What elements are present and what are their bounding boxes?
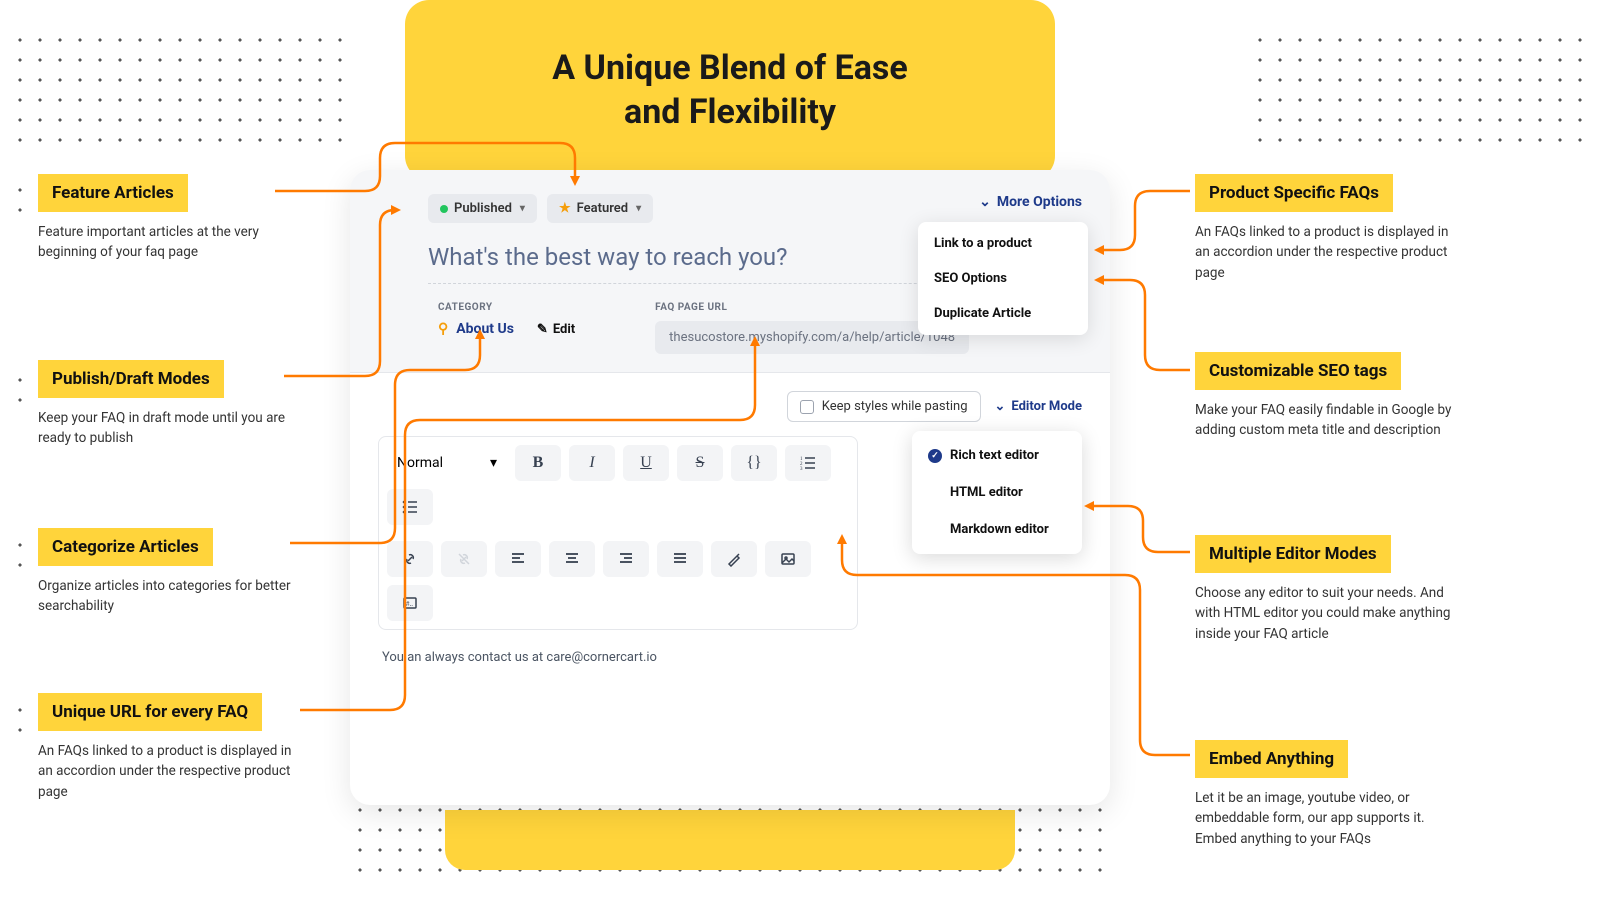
italic-button[interactable]: I: [569, 445, 615, 481]
chevron-down-icon: ⌄: [979, 194, 991, 210]
chevron-down-icon: ▾: [636, 203, 641, 214]
align-center-button[interactable]: [549, 541, 595, 577]
published-label: Published: [454, 201, 512, 216]
pencil-icon: ✎: [537, 322, 548, 337]
more-options-button[interactable]: ⌄ More Options: [979, 194, 1082, 210]
editor-mode-html[interactable]: HTML editor: [912, 474, 1082, 511]
callout-categorize: Categorize Articles Organize articles in…: [38, 528, 308, 617]
color-button[interactable]: [711, 541, 757, 577]
strike-button[interactable]: S: [677, 445, 723, 481]
published-badge[interactable]: Published ▾: [428, 194, 537, 223]
status-dot-icon: [440, 205, 448, 213]
keep-styles-checkbox[interactable]: Keep styles while pasting: [787, 391, 981, 422]
svg-text:3: 3: [800, 467, 803, 471]
category-value: About Us: [456, 321, 514, 337]
category-label: CATEGORY: [438, 302, 575, 313]
hero-heading: A Unique Blend of Easeand Flexibility: [405, 0, 1055, 180]
bullet-list-button[interactable]: [387, 489, 433, 525]
code-button[interactable]: {}: [731, 445, 777, 481]
callout-publish-draft: Publish/Draft Modes Keep your FAQ in dra…: [38, 360, 308, 449]
checkbox-icon: [800, 400, 814, 414]
caret-down-icon: ▾: [490, 455, 497, 471]
bold-button[interactable]: B: [515, 445, 561, 481]
editor-body[interactable]: You an always contact us at care@cornerc…: [378, 630, 1082, 685]
callout-editor-modes: Multiple Editor Modes Choose any editor …: [1195, 535, 1465, 644]
tag-icon: ⚲: [438, 321, 448, 337]
unlink-button[interactable]: [441, 541, 487, 577]
menu-duplicate[interactable]: Duplicate Article: [918, 296, 1088, 331]
align-right-button[interactable]: [603, 541, 649, 577]
menu-seo-options[interactable]: SEO Options: [918, 261, 1088, 296]
align-left-button[interactable]: [495, 541, 541, 577]
edit-category-button[interactable]: ✎ Edit: [537, 322, 575, 337]
editor-mode-rich[interactable]: ✓ Rich text editor: [912, 437, 1082, 474]
more-options-menu: Link to a product SEO Options Duplicate …: [918, 222, 1088, 335]
menu-link-product[interactable]: Link to a product: [918, 226, 1088, 261]
callout-embed-anything: Embed Anything Let it be an image, youtu…: [1195, 740, 1465, 849]
star-icon: ★: [559, 201, 571, 216]
faq-editor-card: Published ▾ ★ Featured ▾ ⌄ More Options …: [350, 170, 1110, 805]
callout-product-faqs: Product Specific FAQs An FAQs linked to …: [1195, 174, 1465, 283]
footer-accent: [445, 810, 1015, 870]
format-select[interactable]: Normal▾: [387, 445, 507, 481]
featured-label: Featured: [577, 201, 629, 216]
editor-toolbar: Normal▾ B I U S {} 123: [378, 436, 858, 630]
underline-button[interactable]: U: [623, 445, 669, 481]
editor-mode-markdown[interactable]: Markdown editor: [912, 511, 1082, 548]
ordered-list-button[interactable]: 123: [785, 445, 831, 481]
callout-seo-tags: Customizable SEO tags Make your FAQ easi…: [1195, 352, 1465, 441]
check-icon: ✓: [928, 449, 942, 463]
svg-text:#..: #..: [406, 600, 413, 608]
editor-mode-menu: ✓ Rich text editor HTML editor Markdown …: [912, 431, 1082, 554]
featured-badge[interactable]: ★ Featured ▾: [547, 194, 653, 223]
editor-section: Keep styles while pasting ⌄ Editor Mode …: [350, 373, 1110, 703]
embed-button[interactable]: #..: [387, 585, 433, 621]
chevron-down-icon: ▾: [520, 203, 525, 214]
editor-header: Published ▾ ★ Featured ▾ ⌄ More Options …: [350, 170, 1110, 373]
align-justify-button[interactable]: [657, 541, 703, 577]
image-button[interactable]: [765, 541, 811, 577]
editor-mode-button[interactable]: ⌄ Editor Mode: [995, 399, 1082, 414]
chevron-down-icon: ⌄: [995, 399, 1006, 414]
callout-feature-articles: Feature Articles Feature important artic…: [38, 174, 308, 263]
link-button[interactable]: [387, 541, 433, 577]
callout-unique-url: Unique URL for every FAQ An FAQs linked …: [38, 693, 308, 802]
